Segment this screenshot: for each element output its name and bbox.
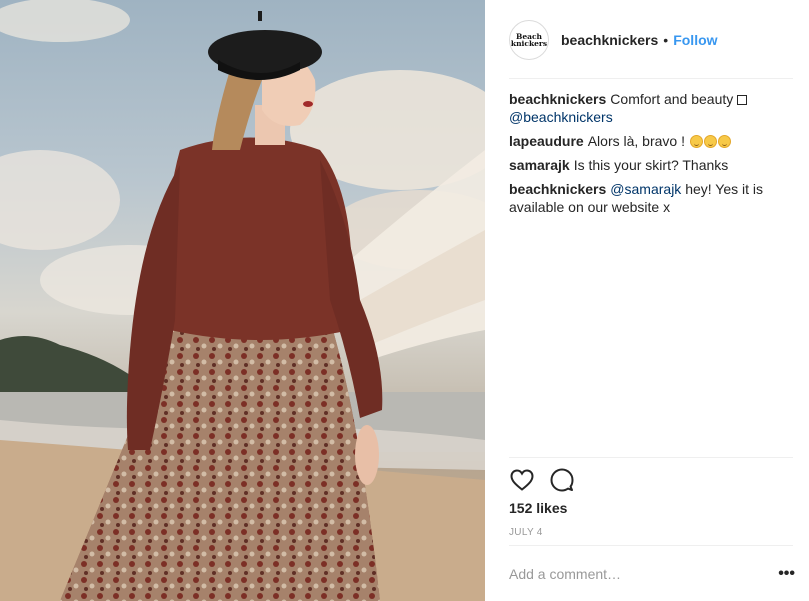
header-separator: • bbox=[663, 32, 669, 48]
comment-box: ••• bbox=[509, 560, 795, 588]
box-glyph-icon bbox=[737, 95, 748, 105]
comment-username[interactable]: samarajk bbox=[509, 157, 570, 173]
smiling-emoji-icon bbox=[703, 135, 717, 148]
comment-box-divider bbox=[509, 545, 793, 546]
comment-text: Alors là, bravo ! bbox=[587, 133, 685, 149]
actions-divider bbox=[509, 457, 793, 458]
follow-button[interactable]: Follow bbox=[673, 32, 717, 48]
comment: beachknickers @samarajk hey! Yes it is av… bbox=[509, 180, 793, 216]
likes-count[interactable]: 152 likes bbox=[509, 500, 567, 516]
post-sidebar: Beach knickers beachknickers • Follow be… bbox=[485, 0, 809, 601]
more-options-button[interactable]: ••• bbox=[775, 565, 795, 583]
header-divider bbox=[509, 78, 793, 79]
post-photo[interactable] bbox=[0, 0, 485, 601]
comment-bubble-icon[interactable] bbox=[549, 467, 575, 493]
avatar[interactable]: Beach knickers bbox=[509, 20, 549, 60]
comment-username[interactable]: lapeaudure bbox=[509, 133, 584, 149]
caption: beachknickers Comfort and beauty @beachkn… bbox=[509, 90, 793, 126]
post-header: Beach knickers beachknickers • Follow bbox=[509, 18, 793, 62]
smiling-emoji-icon bbox=[689, 135, 703, 148]
comment-username[interactable]: beachknickers bbox=[509, 91, 606, 107]
comments-list: beachknickers Comfort and beauty @beachkn… bbox=[509, 90, 793, 222]
comment-mention[interactable]: @beachknickers bbox=[509, 109, 613, 125]
post-actions bbox=[509, 466, 589, 494]
avatar-logo-line2: knickers bbox=[510, 39, 548, 48]
heart-icon[interactable] bbox=[509, 467, 535, 493]
comment-mention[interactable]: @samarajk bbox=[610, 181, 681, 197]
smiling-emoji-icon bbox=[717, 135, 731, 148]
comment-text: Comfort and beauty bbox=[610, 91, 734, 107]
post-date[interactable]: JULY 4 bbox=[509, 527, 543, 538]
comment: lapeaudure Alors là, bravo ! bbox=[509, 132, 793, 150]
comment-text: Is this your skirt? Thanks bbox=[573, 157, 729, 173]
comment-username[interactable]: beachknickers bbox=[509, 181, 606, 197]
comment-input[interactable] bbox=[509, 566, 775, 582]
photo-illustration bbox=[0, 0, 485, 601]
comment: samarajk Is this your skirt? Thanks bbox=[509, 156, 793, 174]
header-username[interactable]: beachknickers bbox=[561, 32, 658, 48]
